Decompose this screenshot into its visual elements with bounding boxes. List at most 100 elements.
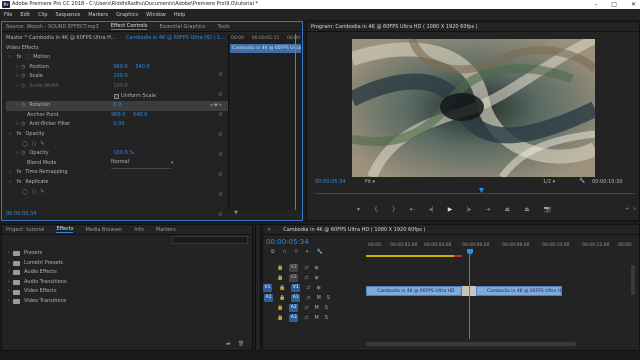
stopwatch-icon[interactable]: ◷ [21,149,25,159]
effect-mini-timeline[interactable]: 00:00 00:00:05:15 00:00 Cambodia in 4K @… [228,34,302,210]
go-to-out-icon[interactable]: ⇥ [485,206,490,213]
track-v1[interactable]: 🔒 V1 ⇄ ◉ [263,283,365,293]
ellipse-mask-icon[interactable]: ◯ [22,188,28,198]
sync-icon[interactable]: ⇄ [306,285,310,291]
stopwatch-icon[interactable]: ◷ [21,72,25,82]
opacity-heading[interactable]: Opacity [25,130,44,140]
mute-button[interactable]: M [316,295,320,301]
lock-icon[interactable]: 🔒 [277,315,283,321]
folder-lumetri-presets[interactable]: › Lumetri Presets [8,259,67,269]
stopwatch-icon[interactable]: ◷ [21,63,25,73]
eye-icon[interactable]: ◉ [314,265,318,271]
mute-button[interactable]: M [314,305,318,311]
reset-icon[interactable]: ↺ [218,152,222,158]
tab-essential-graphics[interactable]: Essential Graphics [159,24,205,30]
timeline-clip-2[interactable]: Cambodia in 4K @ 60FPS Ultra HD [476,286,562,296]
nest-icon[interactable]: ⧉ [271,249,275,255]
rectangle-mask-icon[interactable]: ▢ [32,188,37,198]
add-button-icon[interactable]: + [625,206,629,212]
maximize-icon[interactable]: □ [611,0,617,9]
lock-icon[interactable]: 🔒 [277,265,283,271]
tab-effect-controls[interactable]: Effect Controls [110,23,148,30]
tab-media-browser[interactable]: Media Browser [85,227,122,233]
track-label[interactable]: V2 [289,274,299,282]
close-icon[interactable]: ✕ [631,0,636,9]
resolution-select[interactable]: 1/2 ▾ [543,179,555,185]
blend-mode-select[interactable]: Normal [111,158,171,169]
solo-button[interactable]: S [325,305,328,311]
lock-icon[interactable]: 🔒 [279,295,285,301]
pen-mask-icon[interactable]: ✎ [40,140,44,150]
snap-icon[interactable]: ∩ [283,249,287,255]
lock-icon[interactable]: 🔒 [279,285,285,291]
track-label[interactable]: A2 [289,304,299,312]
tab-source[interactable]: Source: Woosh - SOUND EFFECT.mp3 [6,24,99,30]
reset-icon[interactable]: ↺ [218,212,222,218]
track-a2[interactable]: 🔒 A2 ⇄ M S [263,303,365,313]
sync-icon[interactable]: ⇄ [304,265,308,271]
add-marker-icon[interactable]: ▾ [306,249,309,255]
menu-window[interactable]: Window [146,12,166,18]
mini-playhead[interactable] [295,34,296,210]
program-monitor-title[interactable]: Program: Cambodia in 4K @ 60FPS Ultra HD… [311,24,478,30]
wrench-icon[interactable]: 🔧 [316,249,322,255]
anti-flicker-value[interactable]: 0.00 [113,120,124,130]
close-tab-icon[interactable]: × [267,227,271,233]
export-frame-icon[interactable]: 📷 [544,206,551,213]
lock-icon[interactable]: 🔒 [277,275,283,281]
menu-graphics[interactable]: Graphics [116,12,138,18]
work-area-bar[interactable] [366,255,454,257]
position-x[interactable]: 960.0 [113,63,135,73]
eye-icon[interactable]: ◉ [316,285,320,291]
track-label[interactable]: A1 [291,294,301,302]
new-folder-icon[interactable]: ▬ [226,341,231,347]
timeline-scrollbar[interactable] [631,265,635,295]
menu-edit[interactable]: Edit [20,12,30,18]
mark-in-icon[interactable]: { [374,206,378,213]
sync-icon[interactable]: ⇄ [304,275,308,281]
timeline-horizontal-scrollbar[interactable] [366,342,576,346]
sequence-clip-label[interactable]: Cambodia in 4K @ 60FPS Ultra HD ( 1... [126,34,225,44]
tab-effects[interactable]: Effects [56,226,74,233]
pen-mask-icon[interactable]: ✎ [40,188,44,198]
track-v3[interactable]: 🔒 V3 ⇄ ◉ [263,263,365,273]
mini-clip[interactable]: Cambodia in 4K @ 60FPS Ultra HD [230,44,301,53]
linked-selection-icon[interactable]: ⚲ [294,249,298,255]
timeline-current-time[interactable]: 00:00:05:34 [266,238,309,246]
timeline-tab[interactable]: Cambodia in 4K @ 60FPS Ultra HD ( 1080 X… [283,227,425,233]
minimize-icon[interactable]: – [594,0,597,9]
uniform-scale-checkbox[interactable] [114,93,119,99]
track-label[interactable]: V3 [289,264,299,272]
wrench-icon[interactable]: 🔧 [579,178,585,184]
extract-icon[interactable]: ⏏ [524,206,530,213]
timeline-clip-1[interactable]: Cambodia in 4K @ 60FPS Ultra HD [366,286,462,296]
folder-audio-effects[interactable]: › Audio Effects [8,268,67,278]
menu-help[interactable]: Help [174,12,185,18]
solo-button[interactable]: S [325,315,328,321]
master-clip-label[interactable]: Master * Cambodia in 4K @ 60FPS Ultra H.… [6,34,116,44]
fit-select[interactable]: Fit ▾ [365,179,375,185]
track-v2[interactable]: 🔒 V2 ⇄ ◉ [263,273,365,283]
timeline-ruler[interactable]: 00:00 00:00:02:00 00:00:04:00 00:00:06:0… [366,243,636,253]
effect-controls-time[interactable]: 00:00:05:34 [6,211,37,217]
tab-tools[interactable]: Tools [218,24,230,30]
timeline-playhead[interactable] [469,255,470,339]
stopwatch-icon[interactable]: ◷ [21,120,25,130]
folder-video-transitions[interactable]: › Video Transitions [8,297,67,307]
playhead-handle-icon[interactable] [467,249,473,255]
effects-search-input[interactable] [172,236,248,244]
track-a1[interactable]: A1 🔒 A1 ⇄ M S [263,293,365,303]
add-marker-icon[interactable]: ▾ [357,206,360,213]
sync-icon[interactable]: ⇄ [304,305,308,311]
sync-icon[interactable]: ⇄ [306,295,310,301]
folder-video-effects[interactable]: › Video Effects [8,287,67,297]
go-to-in-icon[interactable]: ⇤ [410,206,415,213]
mute-button[interactable]: M [314,315,318,321]
reset-icon[interactable]: ↺ [218,92,222,98]
rotation-value[interactable]: 0.0 [113,101,121,111]
program-scrub-bar[interactable] [315,189,635,194]
program-current-time[interactable]: 00:00:05:34 [315,179,346,185]
mark-out-icon[interactable]: } [392,206,396,213]
reset-icon[interactable]: ↺ [218,112,222,118]
program-video-frame[interactable] [352,39,595,177]
